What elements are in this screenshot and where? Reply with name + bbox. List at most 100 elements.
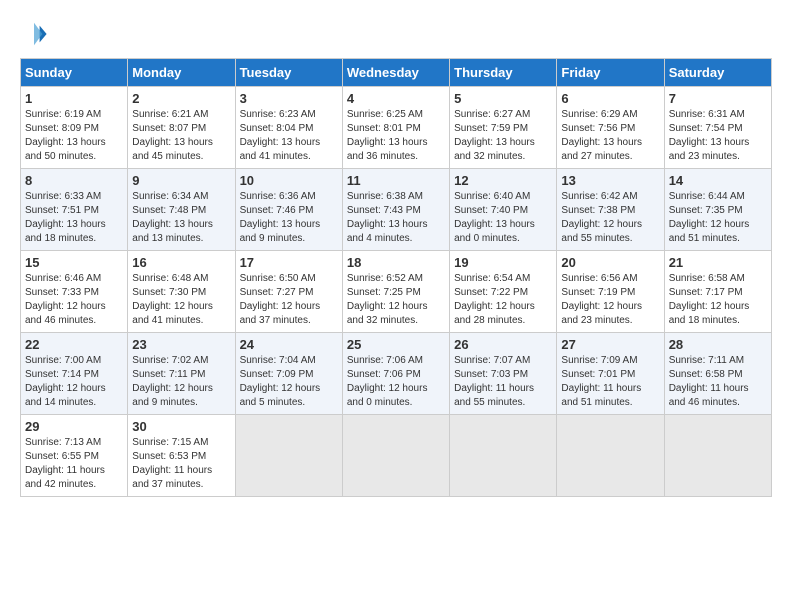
- logo-icon: [20, 20, 48, 48]
- header-sunday: Sunday: [21, 59, 128, 87]
- calendar-cell: 22 Sunrise: 7:00 AM Sunset: 7:14 PM Dayl…: [21, 333, 128, 415]
- day-number: 2: [132, 91, 230, 106]
- day-info: Sunrise: 7:00 AM Sunset: 7:14 PM Dayligh…: [25, 354, 123, 410]
- day-info: Sunrise: 7:15 AM Sunset: 6:53 PM Dayligh…: [132, 436, 230, 492]
- day-info: Sunrise: 7:13 AM Sunset: 6:55 PM Dayligh…: [25, 436, 123, 492]
- day-number: 21: [669, 255, 767, 270]
- day-info: Sunrise: 7:11 AM Sunset: 6:58 PM Dayligh…: [669, 354, 767, 410]
- calendar-cell: [557, 415, 664, 497]
- page-header: [20, 20, 772, 48]
- calendar-cell: 1 Sunrise: 6:19 AM Sunset: 8:09 PM Dayli…: [21, 87, 128, 169]
- calendar-row-3: 15 Sunrise: 6:46 AM Sunset: 7:33 PM Dayl…: [21, 251, 772, 333]
- calendar-cell: 6 Sunrise: 6:29 AM Sunset: 7:56 PM Dayli…: [557, 87, 664, 169]
- day-info: Sunrise: 6:33 AM Sunset: 7:51 PM Dayligh…: [25, 190, 123, 246]
- header-monday: Monday: [128, 59, 235, 87]
- calendar-cell: 4 Sunrise: 6:25 AM Sunset: 8:01 PM Dayli…: [342, 87, 449, 169]
- day-number: 13: [561, 173, 659, 188]
- calendar-body: 1 Sunrise: 6:19 AM Sunset: 8:09 PM Dayli…: [21, 87, 772, 497]
- calendar-cell: 24 Sunrise: 7:04 AM Sunset: 7:09 PM Dayl…: [235, 333, 342, 415]
- day-info: Sunrise: 6:58 AM Sunset: 7:17 PM Dayligh…: [669, 272, 767, 328]
- day-number: 28: [669, 337, 767, 352]
- day-number: 29: [25, 419, 123, 434]
- header-thursday: Thursday: [450, 59, 557, 87]
- day-number: 30: [132, 419, 230, 434]
- calendar-cell: 7 Sunrise: 6:31 AM Sunset: 7:54 PM Dayli…: [664, 87, 771, 169]
- day-info: Sunrise: 6:29 AM Sunset: 7:56 PM Dayligh…: [561, 108, 659, 164]
- calendar-cell: 27 Sunrise: 7:09 AM Sunset: 7:01 PM Dayl…: [557, 333, 664, 415]
- calendar-cell: 15 Sunrise: 6:46 AM Sunset: 7:33 PM Dayl…: [21, 251, 128, 333]
- header-friday: Friday: [557, 59, 664, 87]
- calendar-cell: 10 Sunrise: 6:36 AM Sunset: 7:46 PM Dayl…: [235, 169, 342, 251]
- day-number: 9: [132, 173, 230, 188]
- calendar-row-1: 1 Sunrise: 6:19 AM Sunset: 8:09 PM Dayli…: [21, 87, 772, 169]
- day-number: 10: [240, 173, 338, 188]
- day-number: 7: [669, 91, 767, 106]
- day-number: 18: [347, 255, 445, 270]
- day-number: 15: [25, 255, 123, 270]
- day-info: Sunrise: 6:38 AM Sunset: 7:43 PM Dayligh…: [347, 190, 445, 246]
- day-info: Sunrise: 6:52 AM Sunset: 7:25 PM Dayligh…: [347, 272, 445, 328]
- calendar-cell: [342, 415, 449, 497]
- day-info: Sunrise: 6:46 AM Sunset: 7:33 PM Dayligh…: [25, 272, 123, 328]
- day-number: 6: [561, 91, 659, 106]
- day-number: 25: [347, 337, 445, 352]
- calendar-cell: [450, 415, 557, 497]
- day-number: 5: [454, 91, 552, 106]
- day-info: Sunrise: 6:27 AM Sunset: 7:59 PM Dayligh…: [454, 108, 552, 164]
- calendar-cell: 29 Sunrise: 7:13 AM Sunset: 6:55 PM Dayl…: [21, 415, 128, 497]
- day-number: 19: [454, 255, 552, 270]
- calendar-cell: 30 Sunrise: 7:15 AM Sunset: 6:53 PM Dayl…: [128, 415, 235, 497]
- day-number: 14: [669, 173, 767, 188]
- calendar-row-2: 8 Sunrise: 6:33 AM Sunset: 7:51 PM Dayli…: [21, 169, 772, 251]
- calendar-cell: 14 Sunrise: 6:44 AM Sunset: 7:35 PM Dayl…: [664, 169, 771, 251]
- calendar-cell: 16 Sunrise: 6:48 AM Sunset: 7:30 PM Dayl…: [128, 251, 235, 333]
- day-info: Sunrise: 6:21 AM Sunset: 8:07 PM Dayligh…: [132, 108, 230, 164]
- header-tuesday: Tuesday: [235, 59, 342, 87]
- day-number: 20: [561, 255, 659, 270]
- calendar-cell: 8 Sunrise: 6:33 AM Sunset: 7:51 PM Dayli…: [21, 169, 128, 251]
- day-number: 3: [240, 91, 338, 106]
- day-number: 4: [347, 91, 445, 106]
- day-number: 23: [132, 337, 230, 352]
- calendar-cell: 5 Sunrise: 6:27 AM Sunset: 7:59 PM Dayli…: [450, 87, 557, 169]
- calendar-cell: 18 Sunrise: 6:52 AM Sunset: 7:25 PM Dayl…: [342, 251, 449, 333]
- calendar-cell: 17 Sunrise: 6:50 AM Sunset: 7:27 PM Dayl…: [235, 251, 342, 333]
- day-info: Sunrise: 7:09 AM Sunset: 7:01 PM Dayligh…: [561, 354, 659, 410]
- day-number: 17: [240, 255, 338, 270]
- day-number: 8: [25, 173, 123, 188]
- day-info: Sunrise: 7:02 AM Sunset: 7:11 PM Dayligh…: [132, 354, 230, 410]
- logo: [20, 20, 52, 48]
- calendar-row-5: 29 Sunrise: 7:13 AM Sunset: 6:55 PM Dayl…: [21, 415, 772, 497]
- day-info: Sunrise: 6:54 AM Sunset: 7:22 PM Dayligh…: [454, 272, 552, 328]
- day-info: Sunrise: 7:07 AM Sunset: 7:03 PM Dayligh…: [454, 354, 552, 410]
- calendar-table: SundayMondayTuesdayWednesdayThursdayFrid…: [20, 58, 772, 497]
- day-number: 27: [561, 337, 659, 352]
- day-info: Sunrise: 6:36 AM Sunset: 7:46 PM Dayligh…: [240, 190, 338, 246]
- day-info: Sunrise: 6:40 AM Sunset: 7:40 PM Dayligh…: [454, 190, 552, 246]
- calendar-cell: 19 Sunrise: 6:54 AM Sunset: 7:22 PM Dayl…: [450, 251, 557, 333]
- calendar-cell: 2 Sunrise: 6:21 AM Sunset: 8:07 PM Dayli…: [128, 87, 235, 169]
- calendar-header: SundayMondayTuesdayWednesdayThursdayFrid…: [21, 59, 772, 87]
- day-number: 12: [454, 173, 552, 188]
- header-wednesday: Wednesday: [342, 59, 449, 87]
- calendar-cell: 20 Sunrise: 6:56 AM Sunset: 7:19 PM Dayl…: [557, 251, 664, 333]
- calendar-row-4: 22 Sunrise: 7:00 AM Sunset: 7:14 PM Dayl…: [21, 333, 772, 415]
- calendar-cell: 21 Sunrise: 6:58 AM Sunset: 7:17 PM Dayl…: [664, 251, 771, 333]
- day-info: Sunrise: 6:34 AM Sunset: 7:48 PM Dayligh…: [132, 190, 230, 246]
- day-number: 22: [25, 337, 123, 352]
- calendar-cell: 12 Sunrise: 6:40 AM Sunset: 7:40 PM Dayl…: [450, 169, 557, 251]
- calendar-cell: 9 Sunrise: 6:34 AM Sunset: 7:48 PM Dayli…: [128, 169, 235, 251]
- calendar-cell: 26 Sunrise: 7:07 AM Sunset: 7:03 PM Dayl…: [450, 333, 557, 415]
- day-info: Sunrise: 6:25 AM Sunset: 8:01 PM Dayligh…: [347, 108, 445, 164]
- calendar-cell: [235, 415, 342, 497]
- day-info: Sunrise: 6:23 AM Sunset: 8:04 PM Dayligh…: [240, 108, 338, 164]
- day-info: Sunrise: 6:50 AM Sunset: 7:27 PM Dayligh…: [240, 272, 338, 328]
- day-number: 16: [132, 255, 230, 270]
- day-info: Sunrise: 6:42 AM Sunset: 7:38 PM Dayligh…: [561, 190, 659, 246]
- day-number: 1: [25, 91, 123, 106]
- header-saturday: Saturday: [664, 59, 771, 87]
- day-info: Sunrise: 6:19 AM Sunset: 8:09 PM Dayligh…: [25, 108, 123, 164]
- day-info: Sunrise: 6:44 AM Sunset: 7:35 PM Dayligh…: [669, 190, 767, 246]
- calendar-cell: 28 Sunrise: 7:11 AM Sunset: 6:58 PM Dayl…: [664, 333, 771, 415]
- calendar-cell: 11 Sunrise: 6:38 AM Sunset: 7:43 PM Dayl…: [342, 169, 449, 251]
